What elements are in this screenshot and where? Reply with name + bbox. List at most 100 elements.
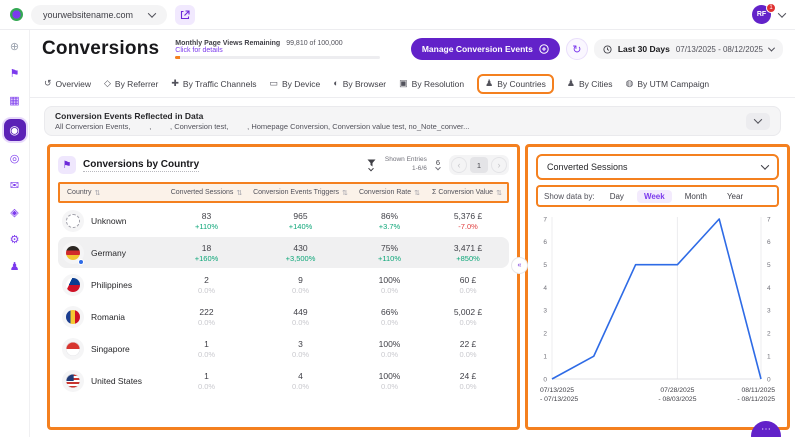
table-row[interactable]: Singapore10.0%30.0%100%0.0%22 £0.0% (58, 333, 509, 364)
metric-cell: 60 £0.0% (427, 275, 509, 295)
next-page-button[interactable]: › (491, 157, 507, 173)
prev-page-button[interactable]: ‹ (451, 157, 467, 173)
quota-details-link[interactable]: Click for details (175, 47, 380, 54)
period-day[interactable]: Day (603, 190, 631, 203)
shown-entries-label: Shown Entries (385, 156, 427, 165)
period-week[interactable]: Week (637, 190, 672, 203)
settings-icon[interactable]: ⚙ (6, 231, 24, 249)
tab-by-traffic-channels[interactable]: ✚By Traffic Channels (171, 79, 256, 89)
date-range-picker[interactable]: Last 30 Days 07/13/2025 - 08/12/2025 (594, 39, 783, 59)
column-label: Country (67, 189, 92, 196)
radar-icon[interactable]: ◎ (6, 150, 24, 168)
metric-value: 3 (249, 339, 352, 349)
add-icon[interactable]: ⊕ (6, 38, 24, 56)
page-title: Conversions (42, 38, 159, 60)
tab-by-referrer[interactable]: ◇By Referrer (104, 79, 158, 89)
calendar-icon[interactable]: ▦ (6, 92, 24, 110)
filter-button[interactable] (367, 159, 376, 172)
metric-delta: 0.0% (249, 318, 352, 327)
chat-icon[interactable]: ✉ (6, 177, 24, 195)
column-header-country[interactable]: Country⇅ (60, 189, 164, 197)
sort-icon[interactable]: ⇅ (342, 189, 348, 197)
site-selector[interactable]: yourwebsitename.com (31, 5, 167, 25)
tab-by-utm-campaign[interactable]: ◍By UTM Campaign (626, 79, 710, 89)
metric-select[interactable]: Converted Sessions (536, 154, 779, 180)
period-year[interactable]: Year (720, 190, 750, 203)
metric-value: 100% (352, 275, 427, 285)
metric-value: 4 (249, 371, 352, 381)
metric-delta: 0.0% (352, 382, 427, 391)
tab-label: By Cities (579, 79, 613, 89)
country-name: Philippines (91, 280, 132, 290)
manage-conversion-events-button[interactable]: Manage Conversion Events (411, 38, 560, 60)
metric-value: 449 (249, 307, 352, 317)
sort-icon[interactable]: ⇅ (496, 189, 502, 197)
metric-cell: 86%+3.7% (352, 211, 427, 231)
svg-text:3: 3 (767, 308, 771, 315)
tab-by-resolution[interactable]: ▣ By Resolution (399, 79, 464, 89)
tab-by-countries[interactable]: ♟By Countries (477, 74, 554, 94)
resolution-icon: ▣ (399, 79, 408, 88)
country-name: Germany (91, 248, 126, 258)
conversions-icon[interactable]: ◉ (4, 119, 26, 141)
period-month[interactable]: Month (678, 190, 714, 203)
metric-cell: 22 £0.0% (427, 339, 509, 359)
metric-delta: 0.0% (352, 286, 427, 295)
tab-by-cities[interactable]: ♟By Cities (567, 79, 613, 89)
table-row[interactable]: Germany18+160%430+3,500%75%+110%3,471 £+… (58, 237, 509, 268)
tab-label: By Resolution (412, 79, 464, 89)
table-row[interactable]: Unknown83+110%965+140%86%+3.7%5,376 £-7.… (58, 205, 509, 236)
panel-collapse-handle[interactable]: « (511, 257, 528, 274)
refresh-button[interactable]: ↻ (566, 38, 588, 60)
table-body: Unknown83+110%965+140%86%+3.7%5,376 £-7.… (50, 205, 517, 396)
metric-value: 965 (249, 211, 352, 221)
svg-text:4: 4 (767, 285, 771, 292)
chevron-down-icon[interactable] (778, 9, 786, 17)
browser-icon: ◐ (333, 79, 338, 88)
column-header-conversion-events-triggers[interactable]: Conversion Events Triggers⇅ (249, 189, 352, 197)
pagination: ‹ 1 › (449, 155, 509, 175)
metric-value: 66% (352, 307, 427, 317)
metric-value: 100% (352, 371, 427, 381)
column-header--conversion-value[interactable]: Σ Conversion Value⇅ (427, 189, 507, 197)
metric-cell: 3,471 £+850% (427, 243, 509, 263)
column-header-converted-sessions[interactable]: Converted Sessions⇅ (164, 189, 249, 197)
utm-campaign-icon: ◍ (626, 79, 634, 88)
banner-expand-button[interactable] (746, 113, 770, 130)
user-menu[interactable]: RF 1 (752, 5, 774, 25)
topbar: yourwebsitename.com RF 1 (0, 0, 795, 30)
open-site-button[interactable] (175, 5, 195, 25)
metric-delta: +140% (249, 222, 352, 231)
metric-cell: 40.0% (249, 371, 352, 391)
goals-icon[interactable]: ⚑ (6, 65, 24, 83)
metric-value: 24 £ (427, 371, 509, 381)
tab-by-browser[interactable]: ◐By Browser (333, 79, 386, 89)
sort-icon[interactable]: ⇅ (236, 189, 242, 197)
user-pin-icon[interactable]: ♟ (6, 258, 24, 276)
metric-delta: 0.0% (249, 382, 352, 391)
metric-delta: 0.0% (164, 286, 249, 295)
shown-entries: Shown Entries 1-6/6 (385, 156, 427, 174)
column-header-conversion-rate[interactable]: Conversion Rate⇅ (352, 189, 427, 197)
table-header-row: Country⇅Converted Sessions⇅Conversion Ev… (58, 182, 509, 203)
metric-value: 1 (164, 371, 249, 381)
sort-icon[interactable]: ⇅ (95, 189, 101, 197)
tab-overview[interactable]: ↺Overview (44, 79, 91, 89)
shield-icon[interactable]: ◈ (6, 204, 24, 222)
metric-cell: 83+110% (164, 211, 249, 231)
tab-by-device[interactable]: ▭By Device (269, 79, 320, 89)
shown-entries-value: 1-6/6 (385, 165, 427, 174)
table-row[interactable]: Romania2220.0%4490.0%66%0.0%5,002 £0.0% (58, 301, 509, 332)
metric-value: 86% (352, 211, 427, 221)
conversion-events-banner: Conversion Events Reflected in Data All … (44, 106, 781, 136)
sort-icon[interactable]: ⇅ (414, 189, 420, 197)
table-row[interactable]: Philippines20.0%90.0%100%0.0%60 £0.0% (58, 269, 509, 300)
column-label: Conversion Rate (359, 189, 411, 196)
svg-text:1: 1 (767, 353, 771, 360)
table-row[interactable]: United States10.0%40.0%100%0.0%24 £0.0% (58, 365, 509, 396)
unknown-flag-icon (66, 214, 80, 228)
svg-text:07/13/2025: 07/13/2025 (540, 387, 574, 394)
metric-delta: +3,500% (249, 254, 352, 263)
page-size-select[interactable]: 6 (436, 159, 440, 171)
main-content: Conversions Monthly Page Views Remaining… (30, 30, 795, 437)
